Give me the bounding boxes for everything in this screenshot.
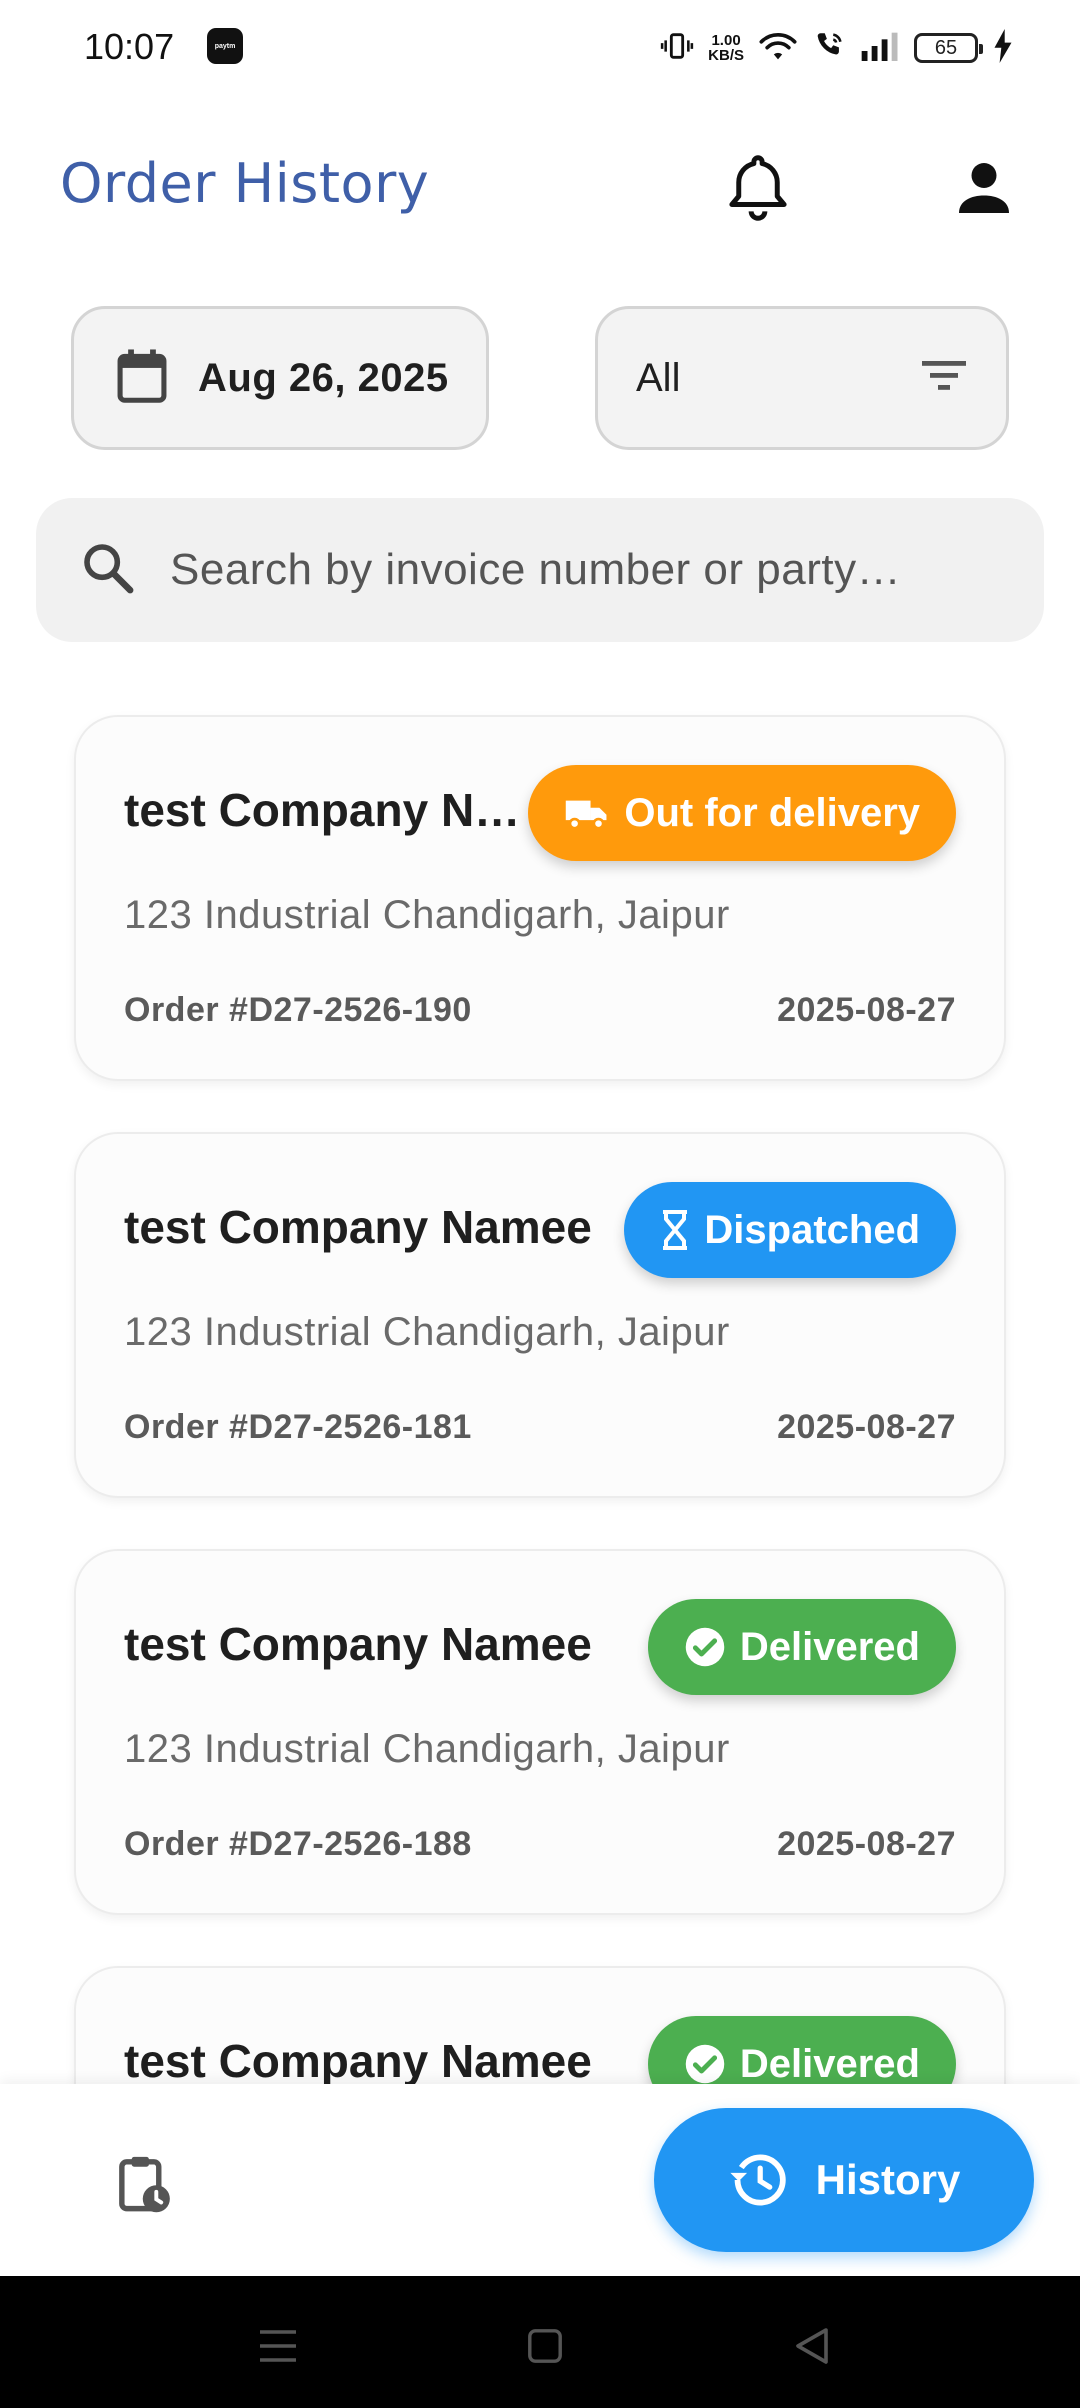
history-label: History <box>815 2156 961 2203</box>
status-label: Delivered <box>739 1624 920 1669</box>
calendar-icon <box>114 346 170 411</box>
order-card[interactable]: test Company N… Out for delivery 123 Ind… <box>74 715 1006 1081</box>
date-picker-button[interactable]: Aug 26, 2025 <box>71 306 489 450</box>
order-date: 2025-08-27 <box>777 991 956 1029</box>
network-speed-unit: KB/S <box>708 47 744 64</box>
vibrate-icon <box>660 29 694 68</box>
order-company: test Company Namee <box>124 1618 592 1670</box>
order-address: 123 Industrial Chandigarh, Jaipur <box>124 1727 730 1771</box>
status-filter-label: All <box>636 355 681 400</box>
status-time: 10:07 <box>84 26 175 67</box>
back-icon[interactable] <box>782 2316 842 2376</box>
status-label: Delivered <box>739 2041 920 2086</box>
status-badge: Dispatched <box>624 1182 956 1278</box>
order-number: Order #D27-2526-190 <box>124 991 472 1029</box>
order-address: 123 Industrial Chandigarh, Jaipur <box>124 1310 730 1354</box>
history-icon <box>728 2151 790 2209</box>
history-button[interactable]: History <box>654 2108 1034 2252</box>
order-number: Order #D27-2526-188 <box>124 1825 472 1863</box>
order-card[interactable]: test Company Namee Dispatched 123 Indust… <box>74 1132 1006 1498</box>
status-icons: 1.00 KB/S 65 <box>660 28 1014 68</box>
status-badge: Out for delivery <box>528 765 956 861</box>
charging-icon <box>992 28 1014 68</box>
battery-icon: 65 <box>914 33 983 63</box>
home-icon[interactable] <box>515 2316 575 2376</box>
system-nav-bar <box>0 2276 1080 2408</box>
signal-icon <box>860 31 900 66</box>
page-title: Order History <box>60 152 430 215</box>
menu-icon[interactable] <box>248 2316 308 2376</box>
hourglass-icon <box>660 1210 690 1250</box>
search-input[interactable]: Search by invoice number or party… <box>36 498 1044 642</box>
wifi-call-icon <box>812 29 846 68</box>
bell-icon[interactable] <box>718 148 798 228</box>
order-card[interactable]: test Company Namee Delivered 123 Industr… <box>74 1549 1006 1915</box>
check-circle-icon <box>684 2043 726 2085</box>
order-number: Order #D27-2526-181 <box>124 1408 472 1446</box>
check-circle-icon <box>684 1626 726 1668</box>
date-label: Aug 26, 2025 <box>198 355 449 400</box>
order-address: 123 Industrial Chandigarh, Jaipur <box>124 893 730 937</box>
search-placeholder: Search by invoice number or party… <box>170 545 902 594</box>
status-badge: Delivered <box>647 1599 956 1695</box>
wifi-icon <box>758 29 798 68</box>
order-date: 2025-08-27 <box>777 1825 956 1863</box>
bottom-nav: History <box>0 2084 1080 2276</box>
order-company: test Company N… <box>124 784 521 836</box>
search-icon <box>80 540 136 601</box>
status-label: Dispatched <box>704 1207 920 1252</box>
order-company: test Company Namee <box>124 1201 592 1253</box>
order-date: 2025-08-27 <box>777 1408 956 1446</box>
battery-level: 65 <box>934 36 958 59</box>
clipboard-clock-icon[interactable] <box>104 2144 184 2224</box>
status-filter-dropdown[interactable]: All <box>595 306 1009 450</box>
network-speed: 1.00 KB/S <box>708 33 744 63</box>
order-company: test Company Namee <box>124 2035 592 2087</box>
filter-icon <box>922 360 966 396</box>
status-bar: 10:07 paytm 1.00 KB/S 65 <box>0 0 1080 96</box>
network-speed-value: 1.00 <box>711 32 741 49</box>
truck-icon <box>564 796 610 830</box>
status-label: Out for delivery <box>624 790 920 835</box>
paytm-icon: paytm <box>207 28 243 64</box>
person-icon[interactable] <box>944 148 1024 228</box>
